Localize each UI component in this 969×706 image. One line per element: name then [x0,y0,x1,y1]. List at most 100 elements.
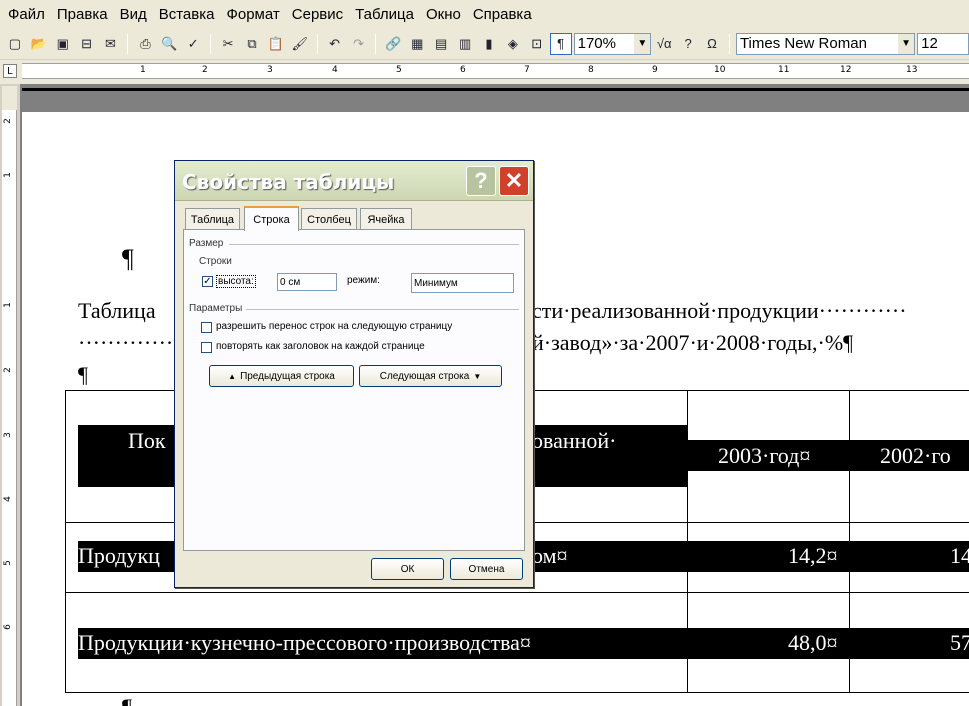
document-map-icon[interactable]: ⊡ [526,33,548,55]
mode-value: Минимум [414,277,458,289]
allow-break-checkbox[interactable] [201,322,212,333]
mode-select[interactable]: Минимум [411,273,514,293]
table-border [65,390,66,693]
close-button[interactable]: ✕ [499,166,529,196]
menu-table[interactable]: Таблица [351,6,422,23]
menu-help[interactable]: Справка [469,6,540,23]
table-cell: 14 [950,543,969,569]
table-header-label: Пок [128,428,166,454]
email-icon[interactable]: ✉ [100,33,122,55]
ruler-number: 5 [396,65,402,75]
table-border [65,692,969,693]
tab-cell[interactable]: Ячейка [360,208,412,230]
toolbar-separator [210,33,212,54]
tab-selector[interactable]: L [3,64,17,78]
ok-button[interactable]: ОК [371,558,444,580]
height-input[interactable]: 0 см [277,273,337,291]
ruler-number: 3 [267,65,273,75]
drawing-icon[interactable]: ◈ [502,33,524,55]
ruler-number: 3 [2,432,13,438]
menu-file[interactable]: Файл [4,6,53,23]
prev-row-button[interactable]: ▲ Предыдущая строка [209,365,354,387]
menu-tools[interactable]: Сервис [288,6,351,23]
cancel-button[interactable]: Отмена [450,558,523,580]
insert-table-icon[interactable]: ▤ [430,33,452,55]
chevron-down-icon[interactable]: ▼ [634,33,651,54]
caption-text: сти·реализованной·продукции············ [532,298,907,323]
tab-table[interactable]: Таблица [185,208,240,230]
table-header-year: 2002·го [880,443,951,469]
menu-format[interactable]: Формат [222,6,287,23]
height-checkbox[interactable]: ✓ [202,276,213,287]
spelling-icon[interactable]: ✓ [182,33,204,55]
table-cell: 57 [950,630,969,656]
rows-group-label: Строки [199,256,232,267]
help-icon[interactable]: ? [677,33,699,55]
ruler-number: 2 [2,367,13,373]
vertical-ruler-margin [2,86,17,110]
tab-row[interactable]: Строка [244,206,299,231]
paste-icon[interactable]: 📋 [265,33,287,55]
toolbar-separator [728,33,730,54]
prev-row-label: Предыдущая строка [240,370,335,382]
format-painter-icon[interactable]: 🖌 [289,33,311,55]
toolbar-separator [375,33,377,54]
repeat-header-label: повторять как заголовок на каждой страни… [216,341,425,352]
omega-icon[interactable]: Ω [701,33,723,55]
print-icon[interactable]: ⎙ [134,33,156,55]
table-cell: Продукции·кузнечно-прессового·производст… [78,630,531,656]
menu-edit[interactable]: Правка [53,6,116,23]
ruler-number: 8 [588,65,594,75]
ruler-number: 2 [2,118,13,124]
horizontal-ruler[interactable]: 1 2 3 4 5 6 7 8 9 10 11 12 13 [22,63,969,79]
undo-icon[interactable]: ↶ [324,33,346,55]
pilcrow: ¶ [78,362,88,387]
menu-insert[interactable]: Вставка [155,6,223,23]
permission-icon[interactable]: ⊟ [76,33,98,55]
page-top-margin [22,88,969,112]
columns-icon[interactable]: ▮ [478,33,500,55]
ruler-number: 6 [460,65,466,75]
ruler-number: 1 [2,302,13,308]
group-divider [246,309,519,310]
insert-excel-icon[interactable]: ▥ [454,33,476,55]
standard-toolbar: ▢ 📂 ▣ ⊟ ✉ ⎙ 🔍 ✓ ✂ ⧉ 📋 🖌 ↶ ↷ 🔗 ▦ ▤ ▥ ▮ ◈ … [0,28,969,59]
cut-icon[interactable]: ✂ [217,33,239,55]
font-name-combo[interactable]: Times New Roman ▼ [735,32,916,55]
font-size-combo[interactable]: 12 [917,32,969,55]
ruler-number: 5 [2,560,13,566]
new-icon[interactable]: ▢ [4,33,26,55]
vertical-ruler[interactable]: 2 1 1 2 3 4 5 6 [2,110,17,706]
dialog-titlebar[interactable]: Свойства таблицы ? ✕ [175,161,533,201]
params-group-label: Параметры [189,303,243,314]
table-cell: Продукц [78,543,160,569]
open-icon[interactable]: 📂 [28,33,50,55]
ruler-number: 4 [332,65,338,75]
table-properties-dialog[interactable]: Свойства таблицы ? ✕ Таблица Строка Стол… [174,160,534,588]
menu-window[interactable]: Окно [422,6,469,23]
repeat-header-checkbox[interactable] [201,342,212,353]
toolbar-separator [127,33,129,54]
save-icon[interactable]: ▣ [52,33,74,55]
tables-borders-icon[interactable]: ▦ [406,33,428,55]
ruler-number: 12 [840,65,852,75]
menu-view[interactable]: Вид [116,6,155,23]
help-button[interactable]: ? [466,166,496,196]
ruler-number: 1 [140,65,146,75]
copy-icon[interactable]: ⧉ [241,33,263,55]
ruler-number: 10 [714,65,726,75]
pilcrow: ¶ [122,694,132,706]
toolbar-separator [316,33,318,54]
preview-icon[interactable]: 🔍 [158,33,180,55]
ruler-number: 13 [906,65,918,75]
hyperlink-icon[interactable]: 🔗 [382,33,404,55]
redo-icon[interactable]: ↷ [348,33,370,55]
next-row-button[interactable]: Следующая строка ▼ [359,365,502,387]
show-formatting-icon[interactable]: ¶ [549,32,572,55]
zoom-combo[interactable]: 170% ▼ [573,32,652,55]
group-divider [229,244,519,245]
chevron-down-icon[interactable]: ▼ [898,33,915,54]
tab-column[interactable]: Столбец [301,208,357,230]
formula-icon[interactable]: √α [653,33,675,55]
table-header-year: 2003·год¤ [718,443,811,469]
